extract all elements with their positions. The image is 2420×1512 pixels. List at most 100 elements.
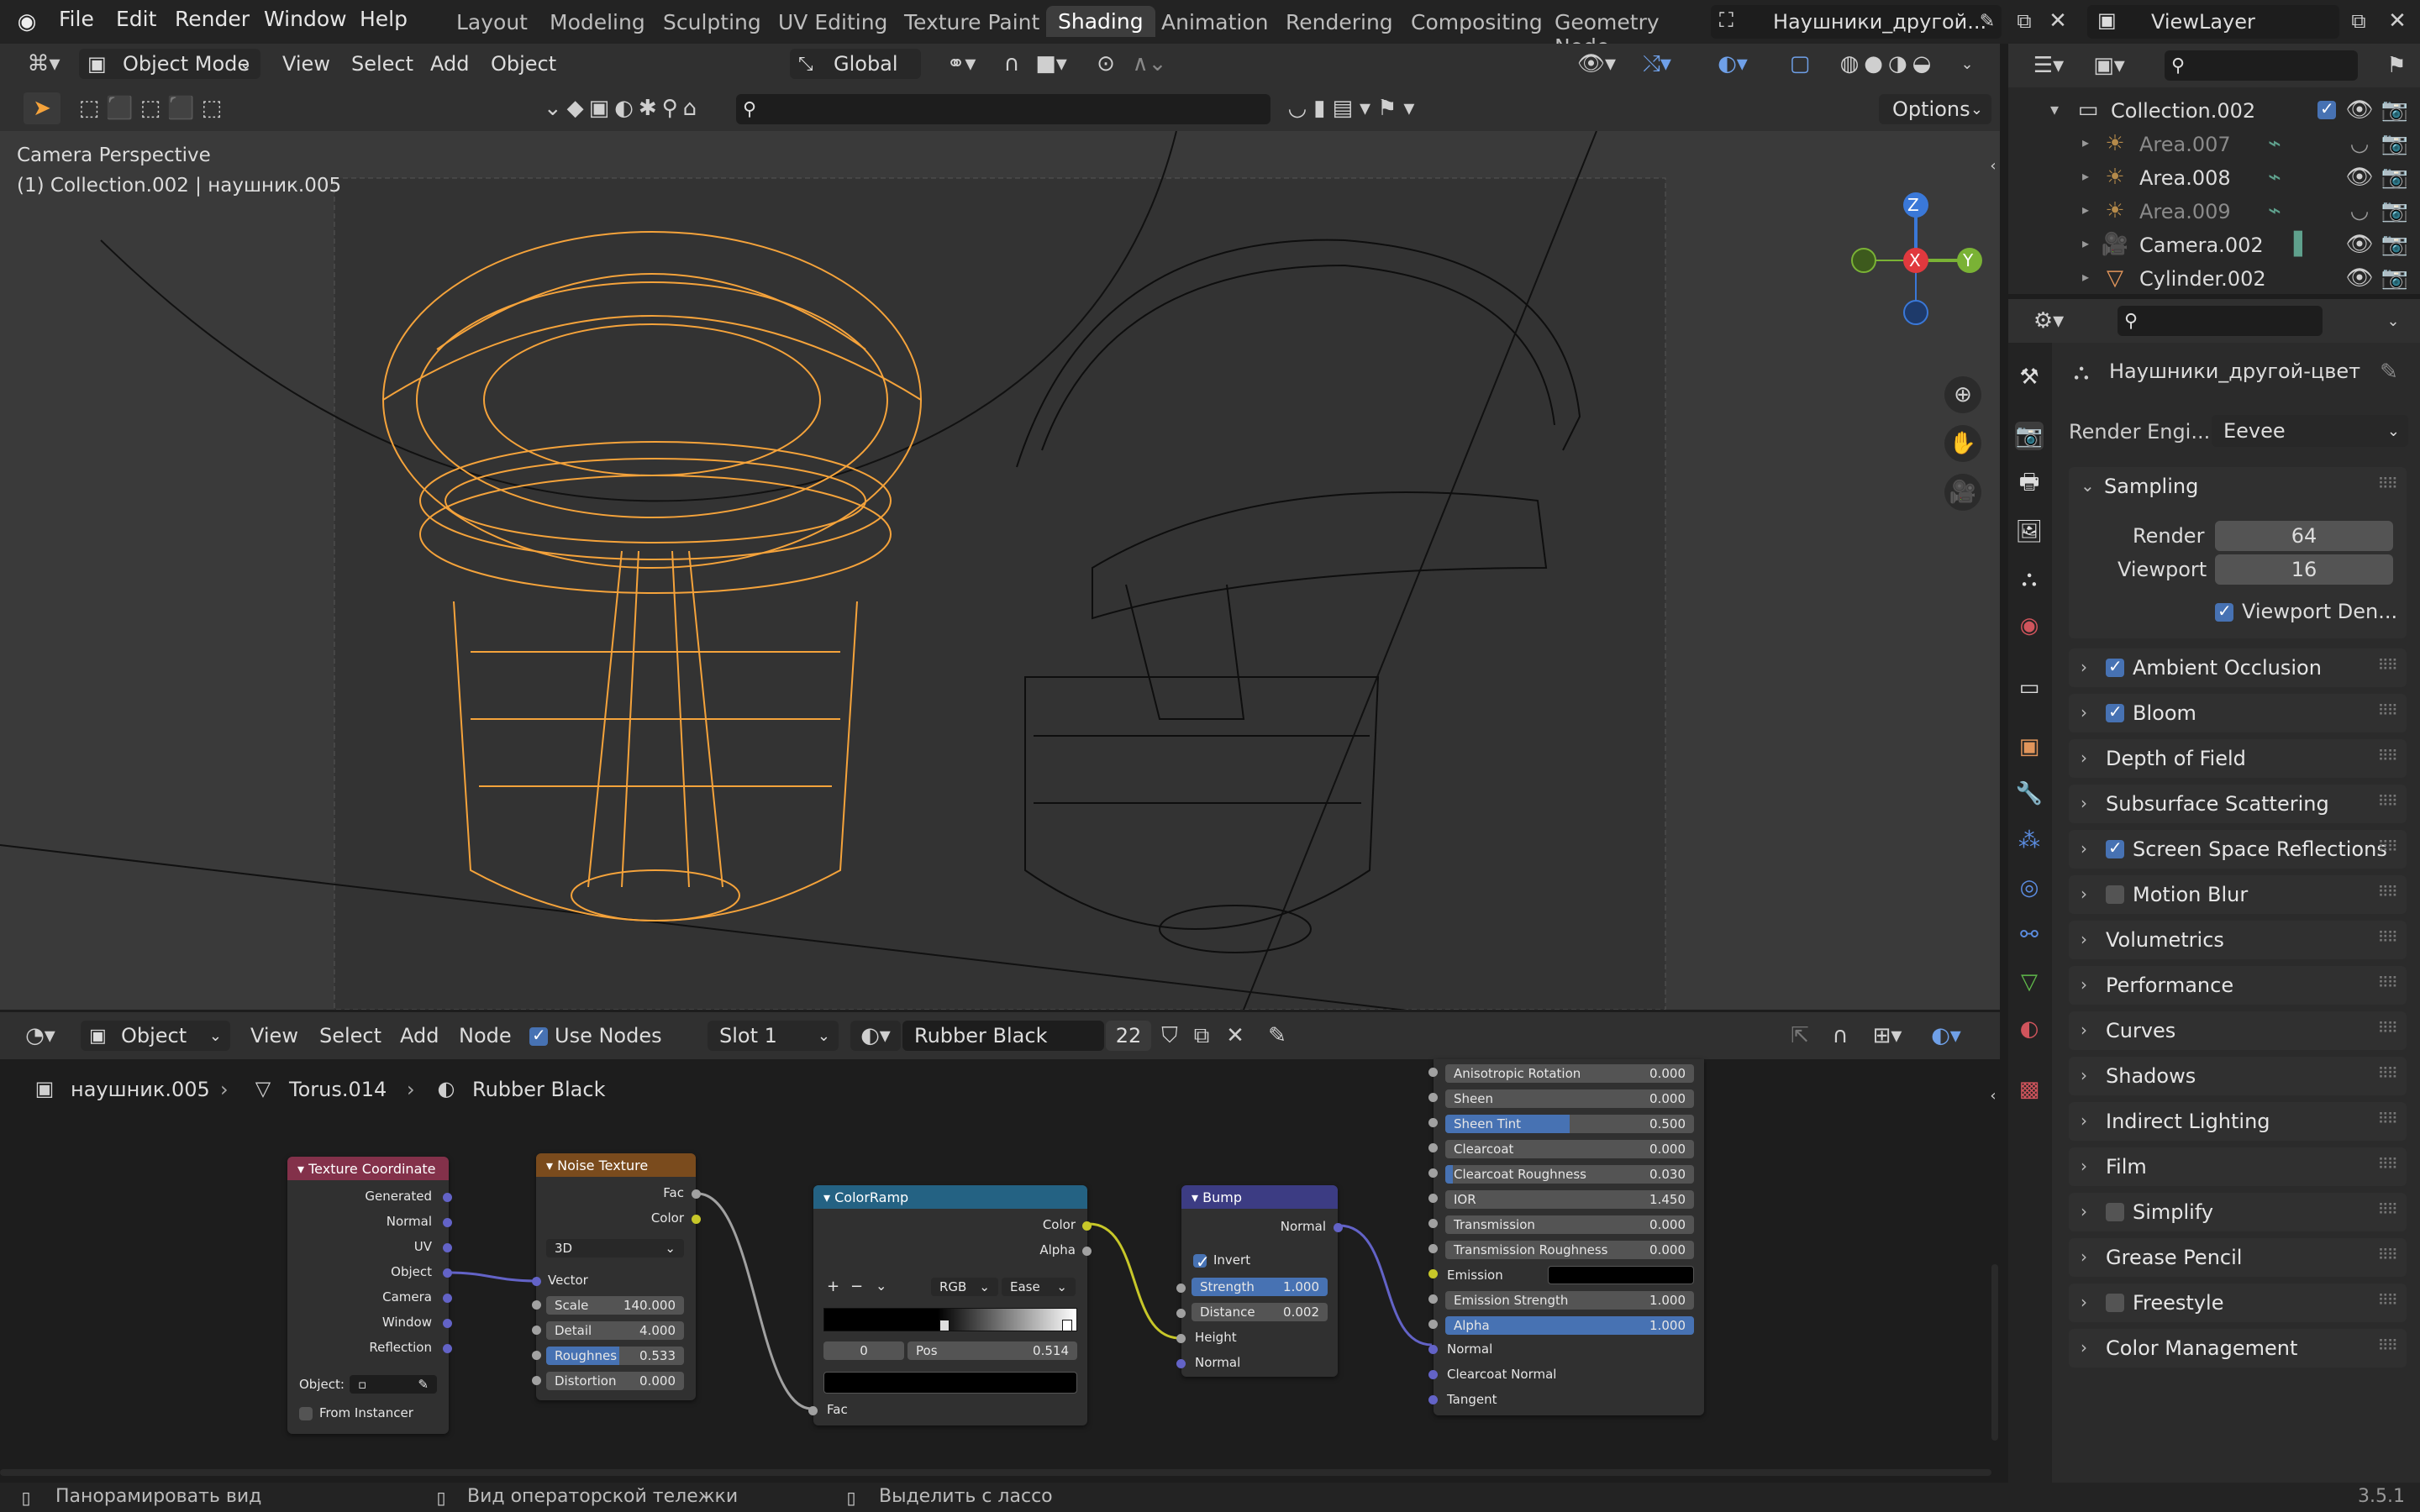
outliner-row-camera[interactable]: ▸ 🎥 Camera.002 ▌ 👁 📷 <box>2008 228 2420 262</box>
socket-clearcoat-normal-in[interactable] <box>1428 1370 1438 1379</box>
ior-field[interactable]: IOR 1.450 <box>1445 1190 1694 1209</box>
sidebar-toggle-icon[interactable]: ‹ <box>1986 153 2000 178</box>
panel-film[interactable]: › Film ⠿⠿ <box>2069 1147 2407 1186</box>
panel-volumetrics[interactable]: › Volumetrics ⠿⠿ <box>2069 921 2407 959</box>
emission-strength-field[interactable]: Emission Strength 1.000 <box>1445 1291 1694 1310</box>
detail-field[interactable]: Detail 4.000 <box>546 1321 684 1340</box>
expand-chevron-icon[interactable]: › <box>2081 974 2087 995</box>
outliner-item-label[interactable]: Area.007 <box>2139 133 2231 156</box>
expand-chevron-icon[interactable]: ▸ <box>2082 235 2089 251</box>
ramp-stop-handle[interactable] <box>1062 1320 1072 1331</box>
expand-chevron-icon[interactable]: ▸ <box>2082 134 2089 150</box>
viewport-samples-field[interactable]: 16 <box>2215 554 2393 585</box>
options-dropdown[interactable]: Options ⌄ <box>1879 94 1991 124</box>
socket-normal-in[interactable] <box>1176 1359 1186 1368</box>
socket-window[interactable] <box>443 1319 452 1328</box>
sidebar-toggle-icon[interactable]: ‹ <box>1986 1083 2000 1108</box>
snap-target-icon[interactable]: ■▾ <box>1030 49 1072 79</box>
camera-render-icon[interactable]: 📷 <box>2380 163 2410 192</box>
tab-uv-editing[interactable]: UV Editing <box>778 10 887 34</box>
color-ramp-gradient[interactable] <box>823 1308 1077 1331</box>
new-view-layer-icon[interactable]: ⧉ <box>2344 7 2373 35</box>
panel-drag-handle-icon[interactable]: ⠿⠿ <box>2378 1337 2398 1355</box>
panel-indirect-lighting[interactable]: › Indirect Lighting ⠿⠿ <box>2069 1102 2407 1141</box>
bump-node[interactable]: ▾ Bump Normal Invert Strength 1.000 Dista… <box>1181 1185 1338 1377</box>
eyedropper-icon[interactable]: ✎ <box>418 1377 429 1392</box>
tab-modeling[interactable]: Modeling <box>550 10 645 34</box>
socket-color-out[interactable] <box>1082 1221 1092 1231</box>
node-header[interactable]: ▾ Bump <box>1181 1185 1338 1209</box>
physics-tab-icon[interactable]: ◎ <box>2015 874 2044 902</box>
panel-enable-checkbox[interactable] <box>2106 701 2124 722</box>
outliner-row-cylinder[interactable]: ▸ ▽ Cylinder.002 👁 📷 <box>2008 262 2420 294</box>
tab-layout[interactable]: Layout <box>456 10 528 34</box>
close-view-layer-icon[interactable]: ✕ <box>2383 7 2412 35</box>
socket-transmission-in[interactable] <box>1428 1219 1438 1228</box>
panel-enable-checkbox[interactable] <box>2106 837 2124 858</box>
scene-selector[interactable]: ⛶ Наушники_другой... <box>1711 5 2002 39</box>
display-mode-icon[interactable]: ▣▾ <box>2084 50 2134 81</box>
socket-clearcoat-in[interactable] <box>1428 1143 1438 1152</box>
node-header[interactable]: ▾ Texture Coordinate <box>287 1157 449 1180</box>
menu-help[interactable]: Help <box>360 7 408 31</box>
properties-options-icon[interactable]: ⌄ <box>2378 306 2408 336</box>
stop-color-swatch[interactable] <box>823 1372 1077 1394</box>
panel-drag-handle-icon[interactable]: ⠿⠿ <box>2378 1020 2398 1037</box>
expand-chevron-icon[interactable]: › <box>2081 748 2087 768</box>
snap-icon[interactable]: ∩ <box>995 49 1028 79</box>
outliner-search-input[interactable]: ⚲ <box>2165 50 2358 81</box>
properties-editor-type-icon[interactable]: ⚙▾ <box>2023 306 2074 336</box>
socket-ior-in[interactable] <box>1428 1194 1438 1203</box>
object-field[interactable]: ▫ ✎ <box>350 1375 437 1394</box>
xray-icon[interactable]: ▢ <box>1785 49 1815 79</box>
roughness-slider[interactable]: Roughnes 0.533 <box>546 1347 684 1365</box>
from-instancer-checkbox[interactable] <box>299 1407 313 1420</box>
texture-tab-icon[interactable]: ▩ <box>2015 1075 2044 1104</box>
panel-drag-handle-icon[interactable]: ⠿⠿ <box>2378 657 2398 675</box>
texture-coordinate-node[interactable]: ▾ Texture Coordinate Generated Normal UV… <box>287 1157 449 1434</box>
panel-screen-space-reflections[interactable]: › Screen Space Reflections⠿⠿ <box>2069 830 2407 869</box>
socket-alpha-in[interactable] <box>1428 1320 1438 1329</box>
panel-enable-checkbox[interactable] <box>2106 656 2124 677</box>
panel-enable-checkbox[interactable] <box>2106 1294 2124 1312</box>
socket-clearcoat-roughness-in[interactable] <box>1428 1168 1438 1178</box>
panel-drag-handle-icon[interactable]: ⠿⠿ <box>2378 1292 2398 1310</box>
tool-tab-icon[interactable]: ⚒ <box>2015 363 2044 391</box>
outliner-item-label[interactable]: Collection.002 <box>2111 99 2255 123</box>
interpolation-dropdown[interactable]: Ease ⌄ <box>1002 1278 1076 1296</box>
tab-sculpting[interactable]: Sculpting <box>663 10 761 34</box>
principled-bsdf-node[interactable]: Anisotropic Rotation 0.000 Sheen 0.000 She… <box>1434 1059 1704 1415</box>
data-tab-icon[interactable]: ▽ <box>2015 968 2044 996</box>
panel-drag-handle-icon[interactable]: ⠿⠿ <box>2378 748 2398 765</box>
expand-chevron-icon[interactable]: › <box>2081 1201 2087 1221</box>
menu-file[interactable]: File <box>59 7 94 31</box>
expand-chevron-icon[interactable]: ▾ <box>2050 99 2059 119</box>
outliner-row-area-007[interactable]: ▸ ☀ Area.007 ⌁ ◡ 📷 <box>2008 128 2420 161</box>
visibility-icon[interactable]: 👁▾ <box>1570 49 1623 79</box>
panel-drag-handle-icon[interactable]: ⠿⠿ <box>2378 1247 2398 1264</box>
overlay-icon[interactable]: ◐▾ <box>1706 49 1760 79</box>
camera-render-icon[interactable]: 📷 <box>2380 96 2410 124</box>
panel-enable-checkbox[interactable] <box>2106 885 2124 904</box>
outliner-row-collection[interactable]: ▾ ▭ Collection.002 👁 📷 <box>2008 94 2420 128</box>
viewport-scene[interactable] <box>0 131 2000 1010</box>
material-tab-icon[interactable]: ◐ <box>2015 1015 2044 1043</box>
expand-chevron-icon[interactable]: › <box>2081 793 2087 813</box>
panel-drag-handle-icon[interactable]: ⠿⠿ <box>2378 475 2398 493</box>
socket-detail-in[interactable] <box>532 1326 541 1335</box>
light-data-icon[interactable]: ⌁ <box>2262 129 2287 158</box>
strength-slider[interactable]: Strength 1.000 <box>1192 1278 1328 1296</box>
eye-closed-icon[interactable]: ◡ <box>2344 129 2375 158</box>
ramp-stop-handle[interactable] <box>939 1320 950 1331</box>
light-data-icon[interactable]: ⌁ <box>2262 163 2287 192</box>
socket-fac-out[interactable] <box>692 1189 701 1199</box>
expand-chevron-icon[interactable]: › <box>2081 884 2087 904</box>
shader-node-editor[interactable]: ◔▾ ▣ Object ⌄ View Select Add Node Use N… <box>0 1012 2000 1483</box>
expand-chevron-icon[interactable]: › <box>2081 1065 2087 1085</box>
camera-render-icon[interactable]: 📷 <box>2380 129 2410 158</box>
viewport-menu-view[interactable]: View <box>282 52 330 76</box>
panel-simplify[interactable]: › Simplify ⠿⠿ <box>2069 1193 2407 1231</box>
navigation-gizmo[interactable] <box>1849 144 1983 346</box>
object-tab-icon[interactable]: ▣ <box>2015 732 2044 761</box>
expand-chevron-icon[interactable]: › <box>2081 838 2087 858</box>
